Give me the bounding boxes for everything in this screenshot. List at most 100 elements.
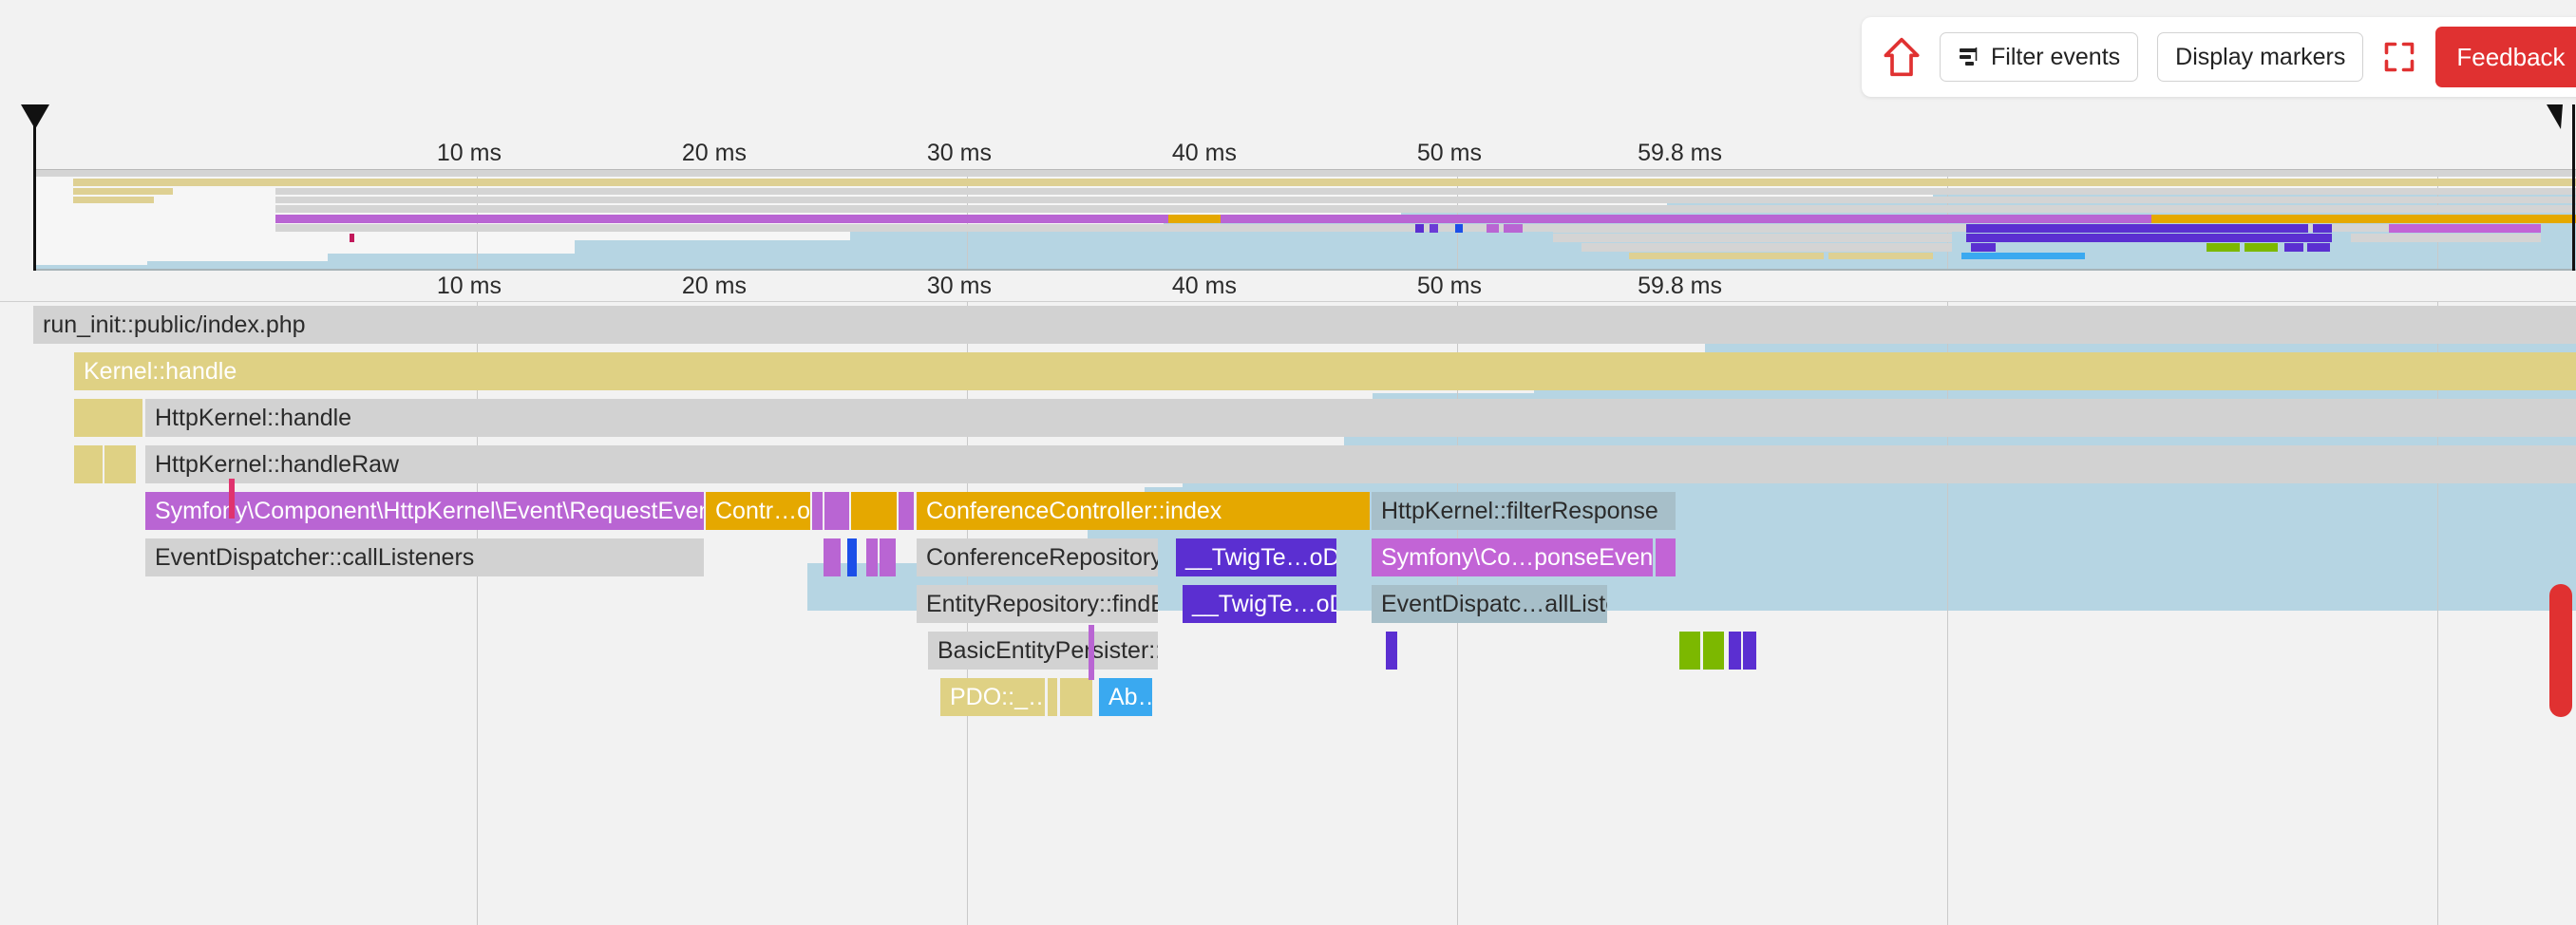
filter-events-label: Filter events (1991, 44, 2120, 71)
flame-frame-label: HttpKernel::handle (155, 405, 351, 431)
flame-frame[interactable]: ConferenceController::index (917, 492, 1370, 530)
overview-bar (2389, 224, 2541, 233)
overview-bar (1455, 224, 1463, 233)
flame-frame-label: BasicEntityPersister::loadAll (938, 637, 1158, 664)
overview-bar (2245, 243, 2278, 252)
timeline-marker[interactable] (229, 479, 235, 519)
overview-bar (1553, 234, 1952, 242)
flame-chart-ruler: 10 ms 20 ms 30 ms 40 ms 50 ms 59.8 ms (0, 271, 2576, 302)
flame-frame[interactable] (104, 445, 136, 483)
flame-frame-label: ConferenceController::index (926, 498, 1222, 524)
flame-gridline (1947, 302, 1948, 925)
flame-frame[interactable]: Ab…l (1099, 678, 1152, 716)
home-icon[interactable] (1883, 36, 1921, 78)
flame-frame[interactable] (1743, 632, 1756, 670)
flame-frame[interactable] (851, 492, 897, 530)
flame-gridline (2437, 302, 2438, 925)
flame-frame[interactable] (1386, 632, 1397, 670)
overview-bar (275, 188, 2576, 195)
filter-icon (1958, 46, 1980, 68)
flame-frame[interactable] (1656, 538, 1676, 576)
overview-bar (1504, 224, 1523, 233)
overview-bar (2351, 234, 2541, 242)
timeline-marker[interactable] (1089, 625, 1094, 680)
overview-bar (1430, 224, 1438, 233)
flame-frame-label: Ab…l (1108, 684, 1152, 710)
flame-frame[interactable]: ConferenceRepository::findAll (917, 538, 1158, 576)
flame-frame[interactable] (1060, 678, 1092, 716)
flame-frame-label: HttpKernel::filterResponse (1381, 498, 1658, 524)
flame-frame[interactable]: EventDispatc…allListeners (1372, 585, 1607, 623)
flame-frame[interactable]: Symfony\Co…ponseEvent (1372, 538, 1653, 576)
flame-frame[interactable] (880, 538, 896, 576)
flame-frame[interactable] (1729, 632, 1741, 670)
feedback-button[interactable]: Feedback (2435, 27, 2576, 87)
filter-events-button[interactable]: Filter events (1940, 32, 2138, 82)
flame-frame[interactable]: Contr…oller (706, 492, 810, 530)
ruler-tick-4: 50 ms (1417, 273, 1490, 300)
flame-frame[interactable] (74, 399, 142, 437)
overview-bar (2465, 179, 2538, 186)
ruler-tick-2: 30 ms (927, 273, 1000, 300)
flame-frame[interactable]: EventDispatcher::callListeners (145, 538, 704, 576)
flame-frame[interactable] (1679, 632, 1700, 670)
flame-frame[interactable]: BasicEntityPersister::loadAll (928, 632, 1158, 670)
flame-frame-label: ConferenceRepository::findAll (926, 544, 1158, 571)
flame-chart-body[interactable]: run_init::public/index.phpKernel::handle… (33, 302, 2576, 925)
flame-chart[interactable]: 10 ms 20 ms 30 ms 40 ms 50 ms 59.8 ms run_ini… (0, 271, 2576, 925)
display-markers-label: Display markers (2175, 44, 2345, 71)
ruler-tick-0: 10 ms (437, 273, 510, 300)
ruler-tick-1: 20 ms (682, 273, 755, 300)
flame-frame[interactable] (74, 445, 103, 483)
overview-area-step (850, 229, 1164, 271)
flame-frame[interactable] (899, 492, 914, 530)
overview-body[interactable] (33, 169, 2576, 271)
flame-frame[interactable]: HttpKernel::filterResponse (1372, 492, 1676, 530)
vertical-scrollbar-thumb[interactable] (2549, 584, 2572, 717)
profiler-timeline-page: Filter events Display markers Feedback 1… (0, 0, 2576, 925)
overview-bar (2307, 243, 2330, 252)
flame-frame[interactable]: __TwigTe…oDisplay (1176, 538, 1336, 576)
flame-frame[interactable] (847, 538, 857, 576)
flame-frame[interactable]: Kernel::handle (74, 352, 2576, 390)
overview-bar (2151, 215, 2576, 223)
flame-frame[interactable]: PDO::_…truct (940, 678, 1045, 716)
flame-frame-label: Symfony\Component\HttpKernel\Event\Reque… (155, 498, 704, 524)
overview-ruler: 10 ms20 ms30 ms40 ms50 ms59.8 ms (0, 104, 2576, 169)
flame-frame[interactable] (812, 492, 823, 530)
feedback-label: Feedback (2456, 43, 2565, 72)
flame-frame[interactable] (824, 492, 849, 530)
flame-frame[interactable] (831, 538, 841, 576)
overview-area-step (575, 240, 850, 271)
flame-frame[interactable]: run_init::public/index.php (33, 306, 2576, 344)
overview-bar (33, 170, 2576, 177)
overview-bar (2313, 224, 2332, 233)
flame-frame[interactable] (1048, 678, 1057, 716)
flame-frame[interactable]: HttpKernel::handleRaw (145, 445, 2576, 483)
flame-frame-label: HttpKernel::handleRaw (155, 451, 399, 478)
display-markers-button[interactable]: Display markers (2157, 32, 2363, 82)
fullscreen-expand-icon[interactable] (2382, 40, 2416, 74)
flame-frame-label: EventDispatc…allListeners (1381, 591, 1607, 617)
overview-bar (73, 179, 2576, 186)
flame-frame[interactable]: __TwigTe…oDisplay (1183, 585, 1336, 623)
flame-frame-label: Symfony\Co…ponseEvent (1381, 544, 1653, 571)
selection-handle-right[interactable] (2572, 104, 2575, 271)
ruler-tick-3: 40 ms (1172, 273, 1245, 300)
ruler-tick-5: 59.8 ms (1638, 273, 1731, 300)
flame-frame[interactable]: EntityRepository::findBy (917, 585, 1158, 623)
overview-bar (2207, 243, 2240, 252)
overview-area-step (328, 254, 575, 271)
overview-minimap[interactable]: 10 ms20 ms30 ms40 ms50 ms59.8 ms (0, 104, 2576, 271)
flame-frame-label: EntityRepository::findBy (926, 591, 1158, 617)
flame-frame[interactable] (866, 538, 878, 576)
flame-frame-label: __TwigTe…oDisplay (1185, 544, 1336, 571)
flame-frame[interactable] (1703, 632, 1724, 670)
overview-bar (1961, 253, 2085, 259)
overview-area-step (147, 261, 328, 271)
selection-handle-left[interactable] (33, 104, 36, 271)
overview-bar (1966, 224, 2308, 233)
ruler-tick-4: 50 ms (1417, 140, 1490, 167)
overview-bar (1553, 224, 1952, 233)
flame-frame[interactable]: HttpKernel::handle (145, 399, 2576, 437)
